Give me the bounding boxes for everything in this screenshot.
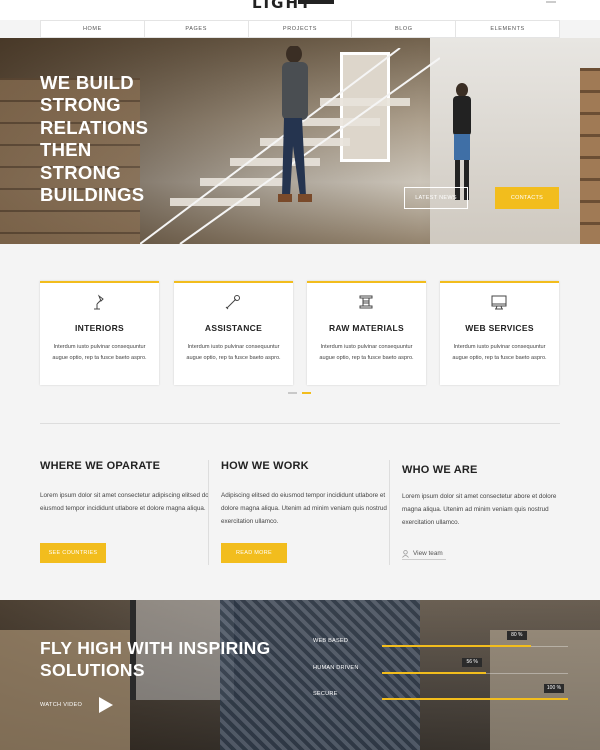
monitor-icon (490, 293, 508, 311)
service-card-title: ASSISTANCE (204, 323, 263, 333)
nav-item-elements[interactable]: ELEMENTS (456, 21, 559, 37)
skill-track (382, 698, 568, 700)
column-divider (389, 460, 390, 565)
latest-news-button[interactable]: LATEST NEWS (404, 187, 468, 209)
service-card-text: Interdum iusto pulvinar consequuntur aug… (186, 344, 281, 361)
user-icon (402, 549, 409, 558)
service-card-raw-materials[interactable]: RAW MATERIALS Interdum iusto pulvinar co… (307, 281, 426, 385)
skill-track (382, 672, 568, 674)
contacts-button[interactable]: CONTACTS (495, 187, 559, 209)
service-card-title: INTERIORS (75, 323, 124, 333)
play-icon[interactable] (98, 696, 114, 714)
column-title: HOW WE WORK (221, 460, 309, 472)
read-more-button[interactable]: READ MORE (221, 543, 287, 563)
nav-item-pages[interactable]: PAGES (145, 21, 249, 37)
pagination-dot-active[interactable] (302, 392, 311, 394)
column-divider (208, 460, 209, 565)
hero-title-line: STRONG (40, 94, 121, 116)
main-nav: HOME PAGES PROJECTS BLOG ELEMENTS (40, 20, 560, 38)
service-card-text: Interdum iusto pulvinar consequuntur aug… (52, 344, 147, 361)
nav-item-projects[interactable]: PROJECTS (249, 21, 353, 37)
column-text: Lorem ipsum dolor sit amet consectetur a… (402, 493, 557, 526)
column-text: Adipiscing elitsed do eiusmod tempor inc… (221, 492, 387, 525)
top-header: LIGHT (0, 0, 600, 20)
skill-badge: 100 % (544, 684, 564, 693)
service-card-text: Interdum iusto pulvinar consequuntur aug… (452, 344, 547, 361)
skill-badge: 56 % (462, 658, 483, 667)
column-where-we-operate: WHERE WE OPARATE Lorem ipsum dolor sit a… (40, 460, 210, 516)
service-card-title: RAW MATERIALS (328, 323, 405, 333)
skill-fill (382, 698, 568, 700)
logo-mark (298, 0, 334, 4)
hero-banner: WE BUILD STRONG RELATIONS THEN STRONG BU… (0, 38, 600, 244)
service-card-title: WEB SERVICES (465, 323, 534, 333)
see-countries-button[interactable]: SEE COUNTRIES (40, 543, 106, 563)
column-title: WHERE WE OPARATE (40, 460, 161, 472)
pagination-dot[interactable] (288, 392, 297, 394)
skill-badge: 80 % (506, 631, 527, 640)
services-section: INTERIORS Interdum iusto pulvinar conseq… (0, 244, 600, 429)
wrench-icon (224, 293, 242, 311)
bottom-title-line: FLY HIGH WITH INSPIRING (40, 638, 271, 658)
service-card-interiors[interactable]: INTERIORS Interdum iusto pulvinar conseq… (40, 281, 159, 385)
column-who-we-are: WHO WE ARE Lorem ipsum dolor sit amet co… (402, 464, 572, 529)
hero-title: WE BUILD STRONG RELATIONS THEN STRONG BU… (40, 72, 240, 206)
service-card-text: Interdum iusto pulvinar consequuntur aug… (319, 344, 414, 361)
skill-label: SECURE (313, 691, 338, 697)
bottom-banner: FLY HIGH WITH INSPIRING SOLUTIONS WATCH … (0, 600, 600, 750)
column-how-we-work: HOW WE WORK Adipiscing elitsed do eiusmo… (221, 460, 391, 528)
section-divider (40, 423, 560, 424)
lamp-icon (90, 293, 108, 311)
view-team-link[interactable]: View team (402, 548, 446, 560)
skill-track (382, 645, 568, 647)
skill-label: WEB BASED (313, 638, 349, 644)
hero-title-line: BUILDINGS (40, 184, 145, 206)
column-text: Lorem ipsum dolor sit amet consectetur a… (40, 492, 209, 512)
watch-video-label: WATCH VIDEO (40, 702, 83, 708)
skill-fill (382, 645, 531, 647)
hero-title-line: THEN (40, 139, 92, 161)
bottom-title-line: SOLUTIONS (40, 660, 145, 680)
column-title: WHO WE ARE (402, 464, 478, 476)
search-icon[interactable] (546, 0, 556, 4)
bottom-title: FLY HIGH WITH INSPIRING SOLUTIONS (40, 637, 270, 681)
hero-title-line: WE BUILD (40, 72, 134, 93)
hero-title-line: RELATIONS (40, 116, 149, 138)
skill-label: HUMAN DRIVEN (313, 665, 359, 671)
watch-video[interactable]: WATCH VIDEO (40, 696, 114, 714)
skill-fill (382, 672, 487, 674)
hero-title-line: STRONG (40, 161, 121, 183)
spool-icon (357, 293, 375, 311)
view-team-label: View team (413, 550, 443, 557)
service-card-web-services[interactable]: WEB SERVICES Interdum iusto pulvinar con… (440, 281, 559, 385)
nav-item-home[interactable]: HOME (41, 21, 145, 37)
service-card-assistance[interactable]: ASSISTANCE Interdum iusto pulvinar conse… (174, 281, 293, 385)
hero-person-walking-image (278, 46, 312, 202)
carousel-pagination (288, 392, 312, 394)
nav-item-blog[interactable]: BLOG (352, 21, 457, 37)
hero-right-shelf-image (580, 68, 600, 244)
